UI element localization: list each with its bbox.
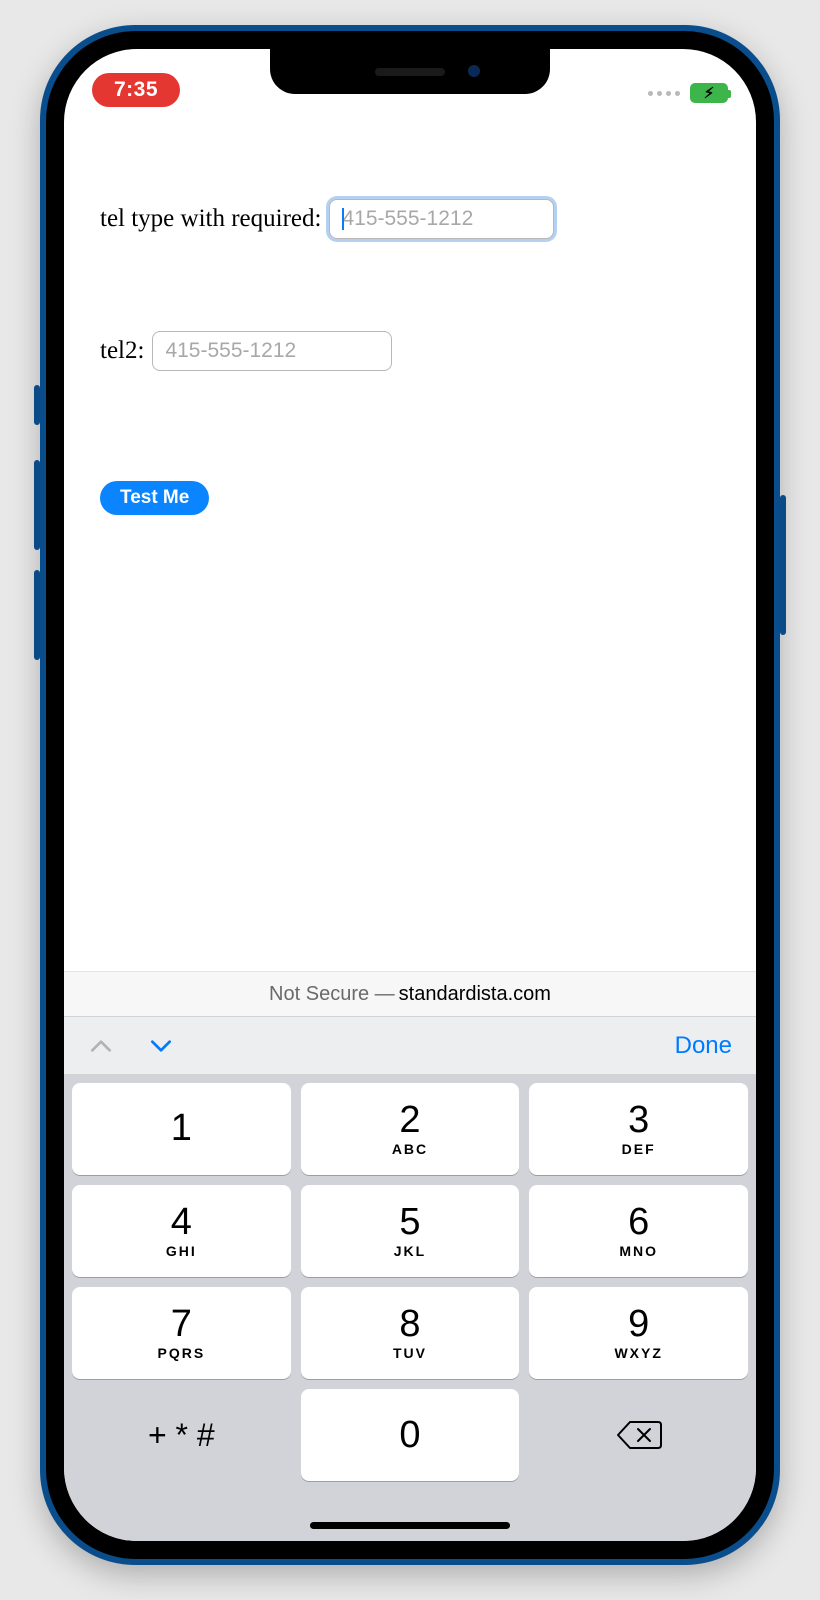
tel1-label: tel type with required:: [100, 205, 321, 233]
keypad-digit: 7: [171, 1305, 192, 1343]
recording-time-pill[interactable]: 7:35: [92, 73, 180, 107]
chevron-up-icon: [88, 1033, 114, 1059]
volume-up-button: [34, 460, 40, 550]
keypad-key-8[interactable]: 8 TUV: [301, 1287, 520, 1379]
notch: [270, 49, 550, 94]
keypad-key-5[interactable]: 5 JKL: [301, 1185, 520, 1277]
keypad-key-4[interactable]: 4 GHI: [72, 1185, 291, 1277]
keypad-digit: 2: [399, 1101, 420, 1139]
keypad-digit: 3: [628, 1101, 649, 1139]
signal-dots-icon: [648, 91, 680, 96]
keypad-letters: JKL: [394, 1243, 426, 1259]
keypad-letters: PQRS: [157, 1345, 205, 1361]
phone-bezel: 7:35 ⚡︎ tel type with required:: [46, 31, 774, 1559]
keypad-letters: WXYZ: [614, 1345, 662, 1361]
keypad-letters: GHI: [166, 1243, 197, 1259]
security-status: Not Secure —: [269, 983, 395, 1006]
test-me-button[interactable]: Test Me: [100, 481, 209, 515]
tel2-input[interactable]: [152, 331, 392, 371]
web-content: tel type with required: tel2: Test Me: [64, 109, 756, 971]
volume-down-button: [34, 570, 40, 660]
keyboard-done-button[interactable]: Done: [675, 1032, 732, 1060]
keypad-digit: 5: [399, 1203, 420, 1241]
chevron-down-icon: [148, 1033, 174, 1059]
keypad-letters: MNO: [619, 1243, 658, 1259]
backspace-icon: [616, 1419, 662, 1451]
keypad-key-2[interactable]: 2 ABC: [301, 1083, 520, 1175]
url-domain: standardista.com: [399, 983, 551, 1006]
keypad-key-9[interactable]: 9 WXYZ: [529, 1287, 748, 1379]
keypad-letters: DEF: [622, 1141, 656, 1157]
tel1-row: tel type with required:: [100, 199, 720, 239]
home-indicator[interactable]: [310, 1522, 510, 1529]
keypad-key-6[interactable]: 6 MNO: [529, 1185, 748, 1277]
prev-field-button: [88, 1033, 114, 1059]
tel2-label: tel2:: [100, 337, 144, 365]
keypad-key-3[interactable]: 3 DEF: [529, 1083, 748, 1175]
next-field-button[interactable]: [148, 1033, 174, 1059]
keyboard-accessory-bar: Done: [64, 1017, 756, 1075]
keypad-key-1[interactable]: 1: [72, 1083, 291, 1175]
front-camera-icon: [468, 65, 480, 77]
keypad-letters: TUV: [393, 1345, 427, 1361]
keypad-letters: ABC: [392, 1141, 428, 1157]
tel1-wrapper: [329, 199, 554, 239]
keypad-backspace-key[interactable]: [529, 1389, 748, 1481]
tel1-input[interactable]: [329, 199, 554, 239]
bolt-icon: ⚡︎: [704, 86, 715, 101]
keypad-digit: 1: [171, 1109, 192, 1147]
power-button: [780, 495, 786, 635]
status-time: 7:35: [114, 78, 158, 101]
status-right: ⚡︎: [648, 83, 728, 107]
silent-switch: [34, 385, 40, 425]
keypad-symbols-label: + * #: [148, 1417, 215, 1454]
keypad-key-7[interactable]: 7 PQRS: [72, 1287, 291, 1379]
phone-frame: 7:35 ⚡︎ tel type with required:: [40, 25, 780, 1565]
keypad-digit: 6: [628, 1203, 649, 1241]
keypad-symbols-key[interactable]: + * #: [72, 1389, 291, 1481]
form-nav-arrows: [88, 1033, 174, 1059]
tel2-row: tel2:: [100, 331, 720, 371]
keypad-digit: 0: [399, 1416, 420, 1454]
keypad-digit: 9: [628, 1305, 649, 1343]
speaker-icon: [375, 68, 445, 76]
url-bar[interactable]: Not Secure — standardista.com: [64, 971, 756, 1017]
screen: 7:35 ⚡︎ tel type with required:: [64, 49, 756, 1541]
keypad-digit: 8: [399, 1305, 420, 1343]
battery-charging-icon: ⚡︎: [690, 83, 728, 103]
keypad-digit: 4: [171, 1203, 192, 1241]
keypad-key-0[interactable]: 0: [301, 1389, 520, 1481]
numeric-keypad: 1 2 ABC 3 DEF 4 GHI 5 JKL: [64, 1075, 756, 1541]
